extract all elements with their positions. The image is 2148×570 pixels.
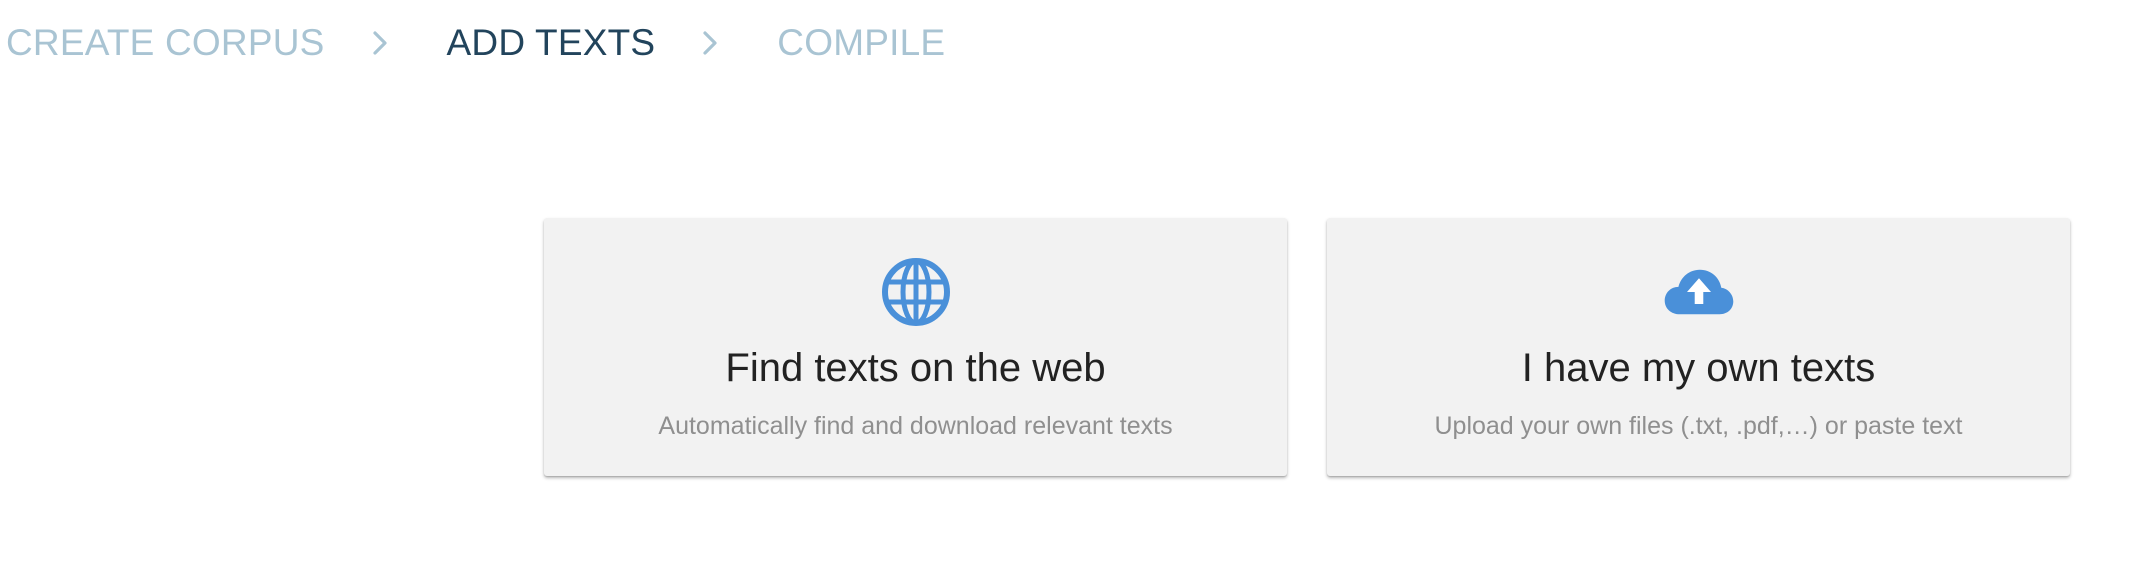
page: CREATE CORPUS ADD TEXTS COMPILE Find tex…: [0, 0, 2148, 570]
step-add-texts[interactable]: ADD TEXTS: [447, 22, 656, 64]
card-subtitle: Upload your own files (.txt, .pdf,…) or …: [1434, 412, 1963, 440]
step-create-corpus[interactable]: CREATE CORPUS: [6, 22, 325, 64]
card-title: Find texts on the web: [725, 346, 1106, 390]
card-subtitle: Automatically find and download relevant…: [658, 412, 1173, 440]
step-compile[interactable]: COMPILE: [777, 22, 945, 64]
card-title: I have my own texts: [1521, 346, 1876, 390]
chevron-right-icon: [365, 18, 395, 68]
breadcrumb: CREATE CORPUS ADD TEXTS COMPILE: [6, 18, 945, 68]
own-texts-card[interactable]: I have my own texts Upload your own file…: [1327, 218, 2070, 476]
find-texts-on-web-card[interactable]: Find texts on the web Automatically find…: [544, 218, 1287, 476]
cloud-upload-icon: [1663, 256, 1735, 328]
globe-icon: [880, 256, 952, 328]
chevron-right-icon: [695, 18, 725, 68]
